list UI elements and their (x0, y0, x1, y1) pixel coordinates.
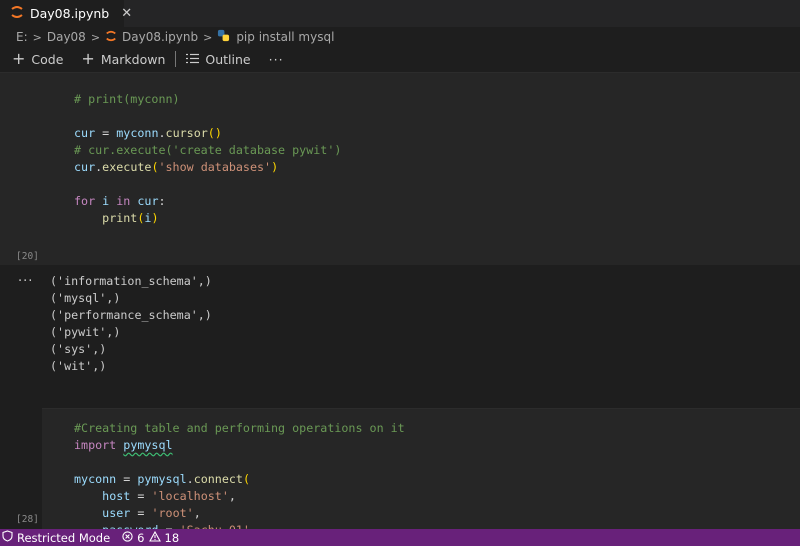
breadcrumb-drive[interactable]: E: (16, 30, 28, 44)
output-line: ('performance_schema',) (50, 308, 212, 322)
output-line: ('wit',) (50, 359, 107, 373)
code-line: import pymysql (74, 438, 173, 452)
breadcrumb-file[interactable]: Day08.ipynb (122, 30, 198, 44)
warning-icon (148, 530, 161, 545)
jupyter-icon (10, 5, 24, 22)
restricted-mode-button[interactable]: Restricted Mode (0, 529, 119, 546)
outline-label: Outline (205, 51, 251, 67)
outline-button[interactable]: Outline (186, 51, 251, 67)
code-editor[interactable]: # print(myconn) cur = myconn.cursor() # … (74, 91, 341, 227)
output-line: ('mysql',) (50, 291, 121, 305)
tab-day08-notebook[interactable]: Day08.ipynb ✕ (0, 0, 132, 27)
add-markdown-label: Markdown (100, 51, 166, 67)
plus-icon: + (12, 49, 26, 68)
status-bar: Restricted Mode 6 18 (0, 529, 800, 546)
output-more-icon[interactable]: ··· (18, 274, 33, 289)
shield-icon (2, 530, 13, 545)
chevron-right-icon: > (90, 30, 101, 44)
jupyter-icon (105, 30, 117, 45)
editor-tab-bar: Day08.ipynb ✕ (0, 0, 800, 27)
warning-count: 18 (164, 530, 180, 545)
problems-button[interactable]: 6 18 (118, 530, 180, 545)
python-icon (217, 29, 230, 45)
cell-output: ('information_schema',) ('mysql',) ('per… (50, 273, 212, 375)
chevron-right-icon: > (203, 30, 213, 44)
code-line: print(i) (102, 211, 159, 225)
code-cell[interactable]: # print(myconn) cur = myconn.cursor() # … (0, 72, 800, 265)
code-line: host = 'localhost', (102, 489, 236, 503)
add-code-button[interactable]: + Code (12, 51, 63, 67)
code-line: myconn = pymysql.connect( (74, 472, 250, 486)
breadcrumb: E: > Day08 > Day08.ipynb > pip install m… (0, 28, 800, 46)
output-line: ('sys',) (50, 342, 107, 356)
list-icon (186, 52, 200, 67)
code-line: user = 'root', (102, 506, 201, 520)
code-line: cur = myconn.cursor() (74, 126, 222, 140)
code-line: #Creating table and performing operation… (74, 421, 405, 435)
close-icon[interactable]: ✕ (121, 6, 132, 21)
breadcrumb-cell[interactable]: pip install mysql (236, 30, 334, 44)
notebook-toolbar: + Code + Markdown Outline ··· (0, 48, 800, 70)
code-cell[interactable]: #Creating table and performing operation… (42, 408, 800, 530)
chevron-right-icon: > (32, 30, 42, 44)
execution-count: [28] (16, 514, 39, 525)
execution-count: [20] (16, 251, 39, 262)
breadcrumb-folder[interactable]: Day08 (47, 30, 86, 44)
error-icon (122, 530, 133, 545)
add-markdown-button[interactable]: + Markdown (81, 51, 165, 67)
code-line: # print(myconn) (74, 92, 180, 106)
code-line: cur.execute('show databases') (74, 160, 279, 174)
code-line: for i in cur: (74, 194, 166, 208)
toolbar-divider (175, 51, 177, 67)
error-count: 6 (137, 530, 145, 545)
add-code-label: Code (31, 51, 64, 67)
more-actions-icon[interactable]: ··· (269, 52, 284, 67)
code-editor[interactable]: #Creating table and performing operation… (74, 420, 405, 530)
tab-label: Day08.ipynb (30, 6, 110, 21)
code-line: # cur.execute('create database pywit') (74, 143, 342, 157)
output-line: ('pywit',) (50, 325, 121, 339)
output-line: ('information_schema',) (50, 274, 212, 288)
restricted-mode-label: Restricted Mode (17, 530, 111, 545)
plus-icon: + (81, 49, 95, 68)
